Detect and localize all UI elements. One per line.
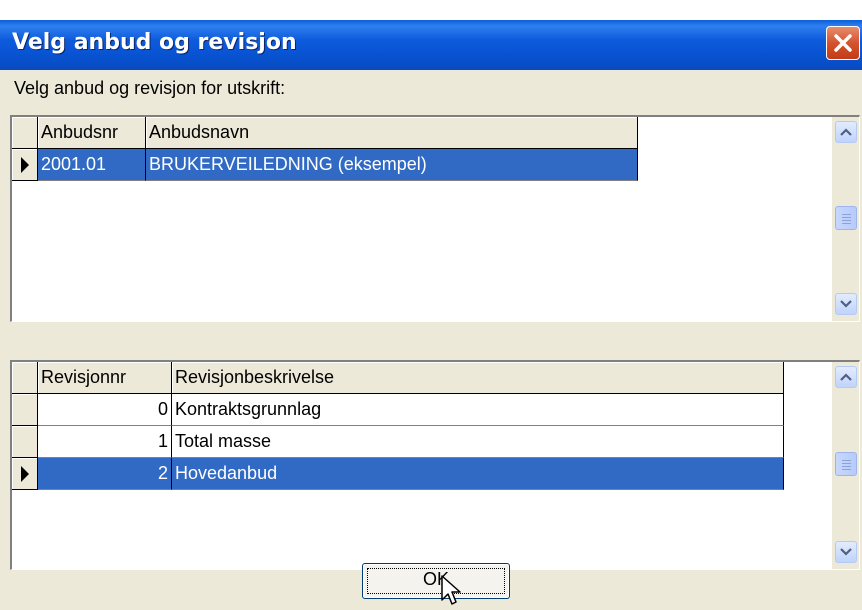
- scroll-down-icon: [840, 548, 852, 556]
- row-indicator: [12, 458, 38, 490]
- revisjonnr-cell[interactable]: 2: [38, 458, 172, 490]
- table-row[interactable]: 1 Total masse: [12, 426, 784, 458]
- revisjonbeskrivelse-cell[interactable]: Hovedanbud: [172, 458, 784, 490]
- table-row[interactable]: 2 Hovedanbud: [12, 458, 784, 490]
- dialog-window: Velg anbud og revisjon Velg anbud og rev…: [0, 20, 862, 610]
- ok-button-label: OK: [422, 569, 449, 589]
- anbud-grid[interactable]: Anbudsnr Anbudsnavn 2001.01 BRUKERVEILED…: [10, 115, 860, 322]
- title-bar[interactable]: Velg anbud og revisjon: [0, 20, 862, 70]
- scroll-thumb[interactable]: [835, 452, 857, 476]
- scroll-thumb[interactable]: [835, 206, 857, 230]
- revisjon-scrollbar[interactable]: [831, 362, 859, 569]
- scroll-down-button[interactable]: [835, 293, 857, 315]
- row-pointer-icon: [21, 157, 29, 173]
- scroll-down-icon: [840, 300, 852, 308]
- revisjon-grid-header: Revisjonnr Revisjonbeskrivelse: [12, 362, 784, 394]
- header-indicator-cell: [12, 117, 38, 149]
- instruction-label: Velg anbud og revisjon for utskrift:: [14, 78, 286, 98]
- revisjon-grid[interactable]: Revisjonnr Revisjonbeskrivelse 0 Kontrak…: [10, 360, 860, 570]
- mouse-cursor-icon: [441, 575, 461, 605]
- scroll-up-button[interactable]: [835, 121, 857, 143]
- column-header-anbudsnavn[interactable]: Anbudsnavn: [146, 117, 638, 149]
- close-button[interactable]: [826, 26, 860, 60]
- scroll-up-icon: [840, 128, 852, 136]
- anbud-grid-header: Anbudsnr Anbudsnavn: [12, 117, 638, 149]
- close-icon: [834, 34, 852, 52]
- header-indicator-cell: [12, 362, 38, 394]
- row-pointer-icon: [21, 466, 29, 482]
- table-row[interactable]: 0 Kontraktsgrunnlag: [12, 394, 784, 426]
- ok-button[interactable]: OK: [362, 563, 510, 599]
- window-title: Velg anbud og revisjon: [12, 30, 297, 55]
- anbud-scrollbar[interactable]: [831, 117, 859, 321]
- column-header-revisjonbeskrivelse[interactable]: Revisjonbeskrivelse: [172, 362, 784, 394]
- scroll-up-button[interactable]: [835, 366, 857, 388]
- scroll-up-icon: [840, 373, 852, 381]
- row-indicator: [12, 149, 38, 181]
- row-indicator: [12, 394, 38, 426]
- revisjonbeskrivelse-cell[interactable]: Kontraktsgrunnlag: [172, 394, 784, 426]
- revisjonbeskrivelse-cell[interactable]: Total masse: [172, 426, 784, 458]
- column-header-revisjonnr[interactable]: Revisjonnr: [38, 362, 172, 394]
- anbudsnavn-cell[interactable]: BRUKERVEILEDNING (eksempel): [146, 149, 638, 181]
- revisjonnr-cell[interactable]: 0: [38, 394, 172, 426]
- column-header-anbudsnr[interactable]: Anbudsnr: [38, 117, 146, 149]
- background-window-text: [0, 0, 862, 20]
- anbudsnr-cell[interactable]: 2001.01: [38, 149, 146, 181]
- row-indicator: [12, 426, 38, 458]
- revisjonnr-cell[interactable]: 1: [38, 426, 172, 458]
- scroll-down-button[interactable]: [835, 541, 857, 563]
- table-row[interactable]: 2001.01 BRUKERVEILEDNING (eksempel): [12, 149, 638, 181]
